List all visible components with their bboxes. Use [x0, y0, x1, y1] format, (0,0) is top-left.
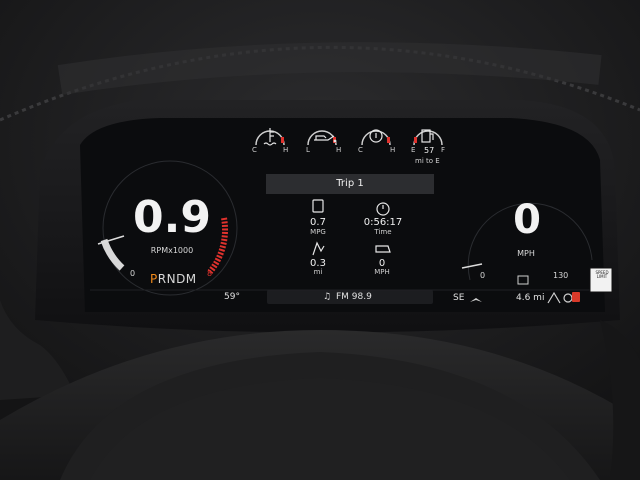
trip-mpg-value: 0.7 [310, 217, 326, 228]
trans-low-label: C [358, 146, 363, 154]
coolant-high-label: H [283, 146, 289, 154]
compass-heading: SE [453, 293, 465, 303]
dashboard-background [0, 0, 640, 480]
trip-title: Trip 1 [336, 178, 364, 189]
fuel-red-zone [414, 137, 417, 143]
trip-time-label: Time [374, 228, 392, 236]
music-note-icon: ♫ [323, 292, 332, 302]
nav-distance: 4.6 mi [516, 293, 545, 303]
dashboard-photo: C H L H C H E 57 F mi to E 0.9 RPMx1000 … [0, 0, 640, 480]
gear-unselected: RNDM [157, 272, 197, 286]
trip-time-value: 0:56:17 [363, 217, 403, 228]
coolant-low-label: C [252, 146, 257, 154]
trip-mpg-label: MPG [310, 228, 326, 236]
fuel-range-unit: mi to E [415, 157, 440, 165]
tach-min-label: 0 [130, 269, 136, 278]
speedo-unit: MPH [517, 249, 535, 258]
tach-value: 0.9 [133, 192, 211, 243]
speedo-max-label: 130 [553, 271, 569, 280]
fuel-high-label: F [441, 146, 446, 154]
trip-distance-label: mi [313, 268, 323, 276]
speed-limit-label: SPEED LIMIT [595, 270, 609, 279]
gear-selected: P [150, 272, 158, 286]
gear-selector: PRNDM [150, 273, 197, 285]
seatbelt-warning-icon [572, 292, 580, 302]
trans-high-label: H [390, 146, 396, 154]
radio-station: FM 98.9 [336, 292, 372, 302]
outside-temp: 59° [224, 292, 240, 302]
coolant-red-zone [281, 137, 284, 143]
fuel-low-label: E [411, 146, 416, 154]
oil-low-label: L [306, 146, 310, 154]
oil-high-label: H [336, 146, 342, 154]
tach-max-label: 8 [207, 269, 213, 278]
trip-speed-label: MPH [374, 268, 390, 276]
fuel-range-value: 57 [424, 146, 435, 155]
trans-red-zone [387, 137, 390, 143]
speedo-value: 0 [513, 197, 541, 243]
tach-unit: RPMx1000 [150, 246, 194, 255]
speedo-min-label: 0 [480, 271, 486, 280]
